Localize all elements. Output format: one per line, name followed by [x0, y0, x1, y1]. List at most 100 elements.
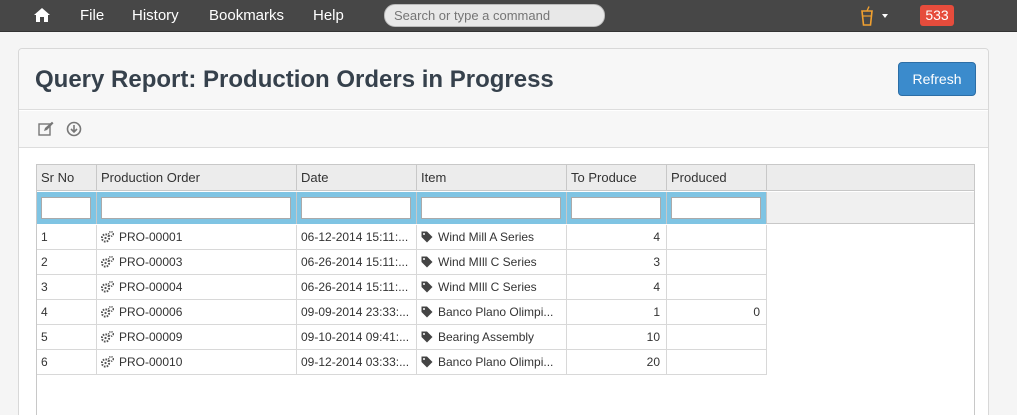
- cell-sr-no[interactable]: 3: [37, 275, 97, 300]
- cell-sr-no[interactable]: 5: [37, 325, 97, 350]
- table-row[interactable]: 2 PRO-00003 06-26-2014 15:11:... Wind MIll …: [37, 250, 767, 275]
- cell-production-order[interactable]: PRO-00009: [97, 325, 297, 350]
- gears-icon: [101, 356, 114, 368]
- gears-icon: [101, 231, 114, 243]
- report-grid: Sr No Production Order Date Item To Prod…: [36, 164, 975, 415]
- cell-to-produce[interactable]: 3: [567, 250, 667, 275]
- cell-to-produce-text: 4: [653, 280, 660, 294]
- cell-sr-no[interactable]: 4: [37, 300, 97, 325]
- filter-item-input[interactable]: [421, 197, 561, 219]
- cell-to-produce[interactable]: 20: [567, 350, 667, 375]
- cell-date[interactable]: 06-26-2014 15:11:...: [297, 250, 417, 275]
- tag-icon: [421, 256, 433, 268]
- cell-production-order[interactable]: PRO-00004: [97, 275, 297, 300]
- cell-item[interactable]: Wind Mill A Series: [417, 225, 567, 250]
- cell-production-order[interactable]: PRO-00001: [97, 225, 297, 250]
- table-row[interactable]: 6 PRO-00010 09-12-2014 03:33:... Banco Plan…: [37, 350, 767, 375]
- cell-sr-no[interactable]: 1: [37, 225, 97, 250]
- cell-item[interactable]: Wind MIll C Series: [417, 275, 567, 300]
- menu-file[interactable]: File: [80, 7, 104, 24]
- column-header-to-produce[interactable]: To Produce: [567, 165, 667, 191]
- tag-icon: [421, 231, 433, 243]
- gears-icon: [101, 281, 114, 293]
- cell-sr-no-text: 6: [41, 355, 48, 369]
- cell-to-produce[interactable]: 4: [567, 275, 667, 300]
- menu-bookmarks[interactable]: Bookmarks: [209, 7, 284, 24]
- cell-production-order-text: PRO-00004: [119, 280, 183, 294]
- cell-production-order[interactable]: PRO-00010: [97, 350, 297, 375]
- cell-item-text: Wind MIll C Series: [438, 255, 537, 269]
- tag-icon: [421, 306, 433, 318]
- cell-to-produce[interactable]: 4: [567, 225, 667, 250]
- column-header-production-order[interactable]: Production Order: [97, 165, 297, 191]
- tag-icon: [421, 356, 433, 368]
- page-header: Query Report: Production Orders in Progr…: [19, 49, 988, 110]
- cell-item-text: Banco Plano Olimpi...: [438, 305, 554, 319]
- cell-sr-no-text: 4: [41, 305, 48, 319]
- cell-date[interactable]: 06-12-2014 15:11:...: [297, 225, 417, 250]
- cell-produced[interactable]: [667, 250, 767, 275]
- filter-cell: [667, 192, 767, 224]
- cell-item[interactable]: Banco Plano Olimpi...: [417, 300, 567, 325]
- cell-date[interactable]: 09-12-2014 03:33:...: [297, 350, 417, 375]
- cell-production-order-text: PRO-00006: [119, 305, 183, 319]
- filter-production-order-input[interactable]: [101, 197, 291, 219]
- cell-production-order[interactable]: PRO-00006: [97, 300, 297, 325]
- cell-to-produce-text: 20: [646, 355, 660, 369]
- table-row[interactable]: 1 PRO-00001 06-12-2014 15:11:... Wind Mill …: [37, 225, 767, 250]
- cell-item-text: Bearing Assembly: [438, 330, 535, 344]
- download-icon[interactable]: [66, 121, 82, 137]
- report-toolbar: [19, 111, 988, 148]
- cell-item-text: Wind MIll C Series: [438, 280, 537, 294]
- grid-header-row: Sr No Production Order Date Item To Prod…: [37, 165, 974, 191]
- cell-date[interactable]: 06-26-2014 15:11:...: [297, 275, 417, 300]
- filter-cell: [567, 192, 667, 224]
- cell-to-produce-text: 4: [653, 230, 660, 244]
- column-header-item[interactable]: Item: [417, 165, 567, 191]
- command-search-input[interactable]: [384, 4, 605, 27]
- cell-sr-no[interactable]: 2: [37, 250, 97, 275]
- table-row[interactable]: 5 PRO-00009 09-10-2014 09:41:... Bearing As…: [37, 325, 767, 350]
- cell-item-text: Wind Mill A Series: [438, 230, 535, 244]
- cell-produced-text: 0: [753, 305, 760, 319]
- edit-icon[interactable]: [38, 121, 54, 137]
- column-header-date[interactable]: Date: [297, 165, 417, 191]
- table-row[interactable]: 3 PRO-00004 06-26-2014 15:11:... Wind MIll …: [37, 275, 767, 300]
- filter-date-input[interactable]: [301, 197, 411, 219]
- cell-to-produce[interactable]: 10: [567, 325, 667, 350]
- cell-item[interactable]: Wind MIll C Series: [417, 250, 567, 275]
- grid-filter-row: [37, 192, 974, 224]
- cell-item[interactable]: Banco Plano Olimpi...: [417, 350, 567, 375]
- filter-produced-input[interactable]: [671, 197, 761, 219]
- cell-production-order-text: PRO-00001: [119, 230, 183, 244]
- menu-help[interactable]: Help: [313, 7, 344, 24]
- gears-icon: [101, 306, 114, 318]
- table-row[interactable]: 4 PRO-00006 09-09-2014 23:33:... Banco Plan…: [37, 300, 767, 325]
- tag-icon: [421, 281, 433, 293]
- cell-date[interactable]: 09-09-2014 23:33:...: [297, 300, 417, 325]
- cell-date-text: 06-12-2014 15:11:...: [301, 230, 409, 244]
- cell-produced[interactable]: [667, 350, 767, 375]
- menu-history[interactable]: History: [132, 7, 179, 24]
- cell-to-produce-text: 1: [653, 305, 660, 319]
- notification-badge[interactable]: 533: [920, 5, 954, 26]
- cell-produced[interactable]: 0: [667, 300, 767, 325]
- column-header-produced[interactable]: Produced: [667, 165, 767, 191]
- user-menu-caret-icon[interactable]: [882, 14, 888, 18]
- filter-sr-no-input[interactable]: [41, 197, 91, 219]
- cell-production-order[interactable]: PRO-00003: [97, 250, 297, 275]
- cell-sr-no[interactable]: 6: [37, 350, 97, 375]
- column-header-sr-no[interactable]: Sr No: [37, 165, 97, 191]
- cell-produced[interactable]: [667, 325, 767, 350]
- cell-produced[interactable]: [667, 275, 767, 300]
- cell-item[interactable]: Bearing Assembly: [417, 325, 567, 350]
- cell-to-produce-text: 3: [653, 255, 660, 269]
- cell-produced[interactable]: [667, 225, 767, 250]
- cell-date[interactable]: 09-10-2014 09:41:...: [297, 325, 417, 350]
- refresh-button[interactable]: Refresh: [898, 62, 976, 96]
- drink-cup-icon[interactable]: [860, 6, 874, 26]
- cell-date-text: 09-09-2014 23:33:...: [301, 305, 410, 319]
- cell-to-produce[interactable]: 1: [567, 300, 667, 325]
- filter-to-produce-input[interactable]: [571, 197, 661, 219]
- home-icon[interactable]: [33, 7, 51, 23]
